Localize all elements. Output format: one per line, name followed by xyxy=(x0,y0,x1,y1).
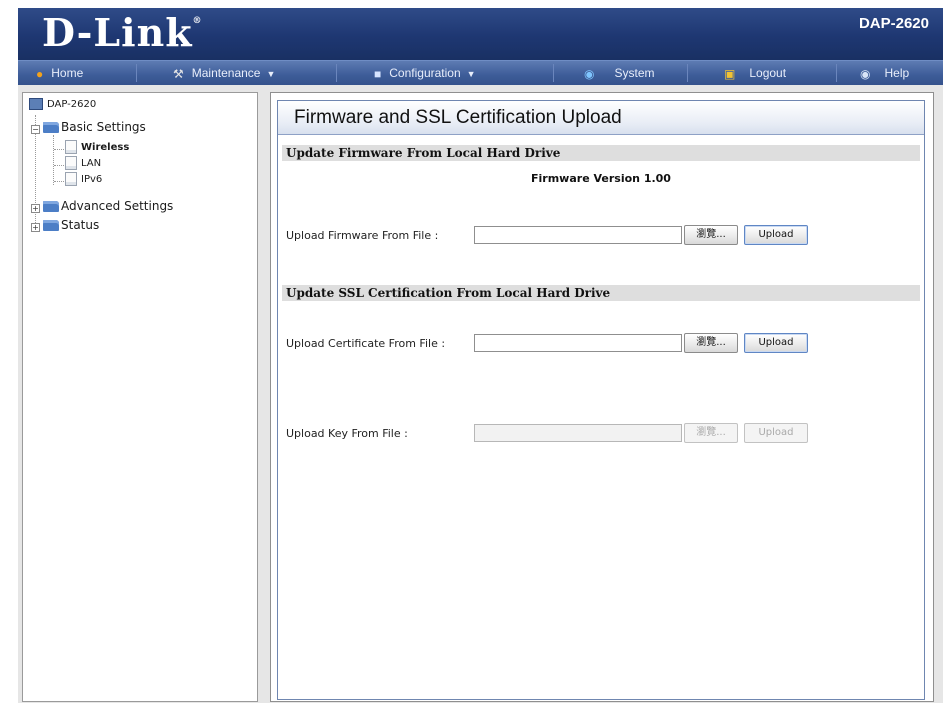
menu-help[interactable]: ◉ Help xyxy=(860,61,909,85)
folder-icon xyxy=(43,201,59,212)
folder-icon xyxy=(43,122,59,133)
config-icon: ■ xyxy=(374,66,382,81)
certificate-file-input[interactable] xyxy=(474,334,682,352)
menu-system[interactable]: ◉ System xyxy=(584,61,655,85)
page-title: Firmware and SSL Certification Upload xyxy=(278,101,924,135)
model-name: DAP-2620 xyxy=(858,15,929,32)
ssl-section-header: Update SSL Certification From Local Hard… xyxy=(282,285,920,301)
logout-icon: ▣ xyxy=(724,66,736,81)
navigation-tree: DAP-2620 − Basic Settings Wireless LAN I… xyxy=(22,92,258,702)
tree-root[interactable]: DAP-2620 xyxy=(29,98,96,110)
chevron-down-icon: ▼ xyxy=(466,68,476,79)
content-panel: Firmware and SSL Certification Upload Up… xyxy=(270,92,934,702)
tree-item-ipv6[interactable]: IPv6 xyxy=(65,172,102,186)
collapse-icon[interactable]: − xyxy=(31,125,40,134)
page-icon xyxy=(65,140,77,154)
computer-icon xyxy=(29,98,43,110)
key-file-input[interactable] xyxy=(474,424,682,442)
firmware-version: Firmware Version 1.00 xyxy=(531,172,671,185)
certificate-browse-button[interactable]: 瀏覽... xyxy=(684,333,738,353)
page-icon xyxy=(65,172,77,186)
menu-home[interactable]: ● Home xyxy=(36,61,83,85)
key-browse-button[interactable]: 瀏覽... xyxy=(684,423,738,443)
expand-icon[interactable]: + xyxy=(31,223,40,232)
menu-bar: ● Home ⚒ Maintenance ▼ ■ Configuration ▼ ◉ Sys… xyxy=(18,60,943,86)
firmware-browse-button[interactable]: 瀏覽... xyxy=(684,225,738,245)
certificate-upload-button[interactable]: Upload xyxy=(744,333,808,353)
folder-icon xyxy=(43,220,59,231)
expand-icon[interactable]: + xyxy=(31,204,40,213)
chevron-down-icon: ▼ xyxy=(266,68,276,79)
home-icon: ● xyxy=(36,66,44,81)
content-box: Firmware and SSL Certification Upload Up… xyxy=(277,100,925,700)
dlink-logo: D-Link® xyxy=(42,10,203,55)
key-upload-button[interactable]: Upload xyxy=(744,423,808,443)
upload-key-label: Upload Key From File : xyxy=(286,427,408,440)
tree-item-lan[interactable]: LAN xyxy=(65,156,101,170)
globe-icon: ◉ xyxy=(584,66,595,81)
tree-status[interactable]: Status xyxy=(43,218,99,232)
header-bar: D-Link® DAP-2620 xyxy=(18,8,943,60)
firmware-file-input[interactable] xyxy=(474,226,682,244)
menu-configuration[interactable]: ■ Configuration ▼ xyxy=(374,61,476,85)
firmware-upload-button[interactable]: Upload xyxy=(744,225,808,245)
help-icon: ◉ xyxy=(860,66,871,81)
page-icon xyxy=(65,156,77,170)
tree-basic-settings[interactable]: Basic Settings xyxy=(43,120,146,134)
upload-certificate-label: Upload Certificate From File : xyxy=(286,337,446,350)
tree-item-wireless[interactable]: Wireless xyxy=(65,140,129,154)
firmware-section-header: Update Firmware From Local Hard Drive xyxy=(282,145,920,161)
tools-icon: ⚒ xyxy=(173,66,184,81)
upload-firmware-label: Upload Firmware From File : xyxy=(286,229,439,242)
menu-maintenance[interactable]: ⚒ Maintenance ▼ xyxy=(173,61,275,85)
tree-advanced-settings[interactable]: Advanced Settings xyxy=(43,199,173,213)
menu-logout[interactable]: ▣ Logout xyxy=(724,61,786,85)
